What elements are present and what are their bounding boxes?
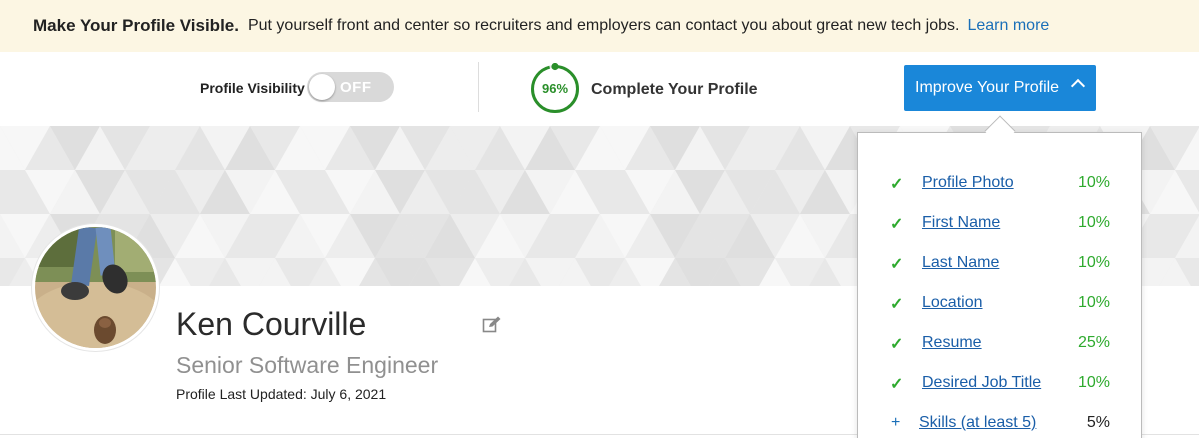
improve-profile-dropdown: ✓ Profile Photo 10% ✓ First Name 10% ✓ Last Nam… — [857, 132, 1142, 438]
improve-profile-item-percent: 5% — [1086, 414, 1110, 431]
improve-profile-button[interactable]: Improve Your Profile — [904, 65, 1096, 111]
completion-percent: 96% — [541, 81, 569, 96]
toggle-state-label: OFF — [340, 79, 372, 96]
profile-status-bar: Profile Visibility OFF 96% Complete Your… — [0, 52, 1199, 126]
checkmark-icon: ✓ — [890, 296, 904, 313]
improve-profile-item-link[interactable]: Last Name — [922, 254, 999, 272]
visibility-banner: Make Your Profile Visible. Put yourself … — [0, 0, 1199, 52]
improve-profile-item: ✓ Last Name 10% — [858, 251, 1143, 291]
chevron-up-icon — [1070, 78, 1086, 94]
plus-icon: + — [891, 414, 901, 431]
checkmark-icon: ✓ — [890, 256, 904, 273]
improve-profile-item: ✓ Profile Photo 10% — [858, 171, 1143, 211]
improve-profile-item: + Skills (at least 5) 5% — [858, 411, 1143, 438]
improve-profile-item-link[interactable]: Skills (at least 5) — [919, 414, 1036, 432]
improve-profile-item-link[interactable]: Profile Photo — [922, 174, 1014, 192]
improve-profile-item-link[interactable]: Desired Job Title — [922, 374, 1041, 392]
banner-headline: Make Your Profile Visible. — [33, 16, 239, 35]
improve-profile-item: ✓ Location 10% — [858, 291, 1143, 331]
improve-profile-item-percent: 10% — [1077, 294, 1110, 311]
toggle-knob — [309, 74, 335, 100]
banner-message: Put yourself front and center so recruit… — [247, 17, 960, 34]
edit-icon[interactable] — [482, 316, 502, 334]
checkmark-icon: ✓ — [890, 216, 904, 233]
avatar[interactable] — [32, 224, 159, 351]
complete-profile-label: Complete Your Profile — [591, 81, 758, 98]
improve-profile-item-percent: 10% — [1077, 174, 1110, 191]
profile-visibility-label: Profile Visibility — [200, 80, 305, 96]
progress-ring-icon: 96% — [529, 63, 581, 115]
checkmark-icon: ✓ — [890, 176, 904, 193]
improve-profile-item: ✓ Resume 25% — [858, 331, 1143, 371]
learn-more-link[interactable]: Learn more — [967, 17, 1049, 35]
improve-profile-list: ✓ Profile Photo 10% ✓ First Name 10% ✓ Last Nam… — [858, 171, 1143, 438]
improve-profile-item-link[interactable]: Location — [922, 294, 983, 312]
improve-profile-item: ✓ First Name 10% — [858, 211, 1143, 251]
checkmark-icon: ✓ — [890, 376, 904, 393]
improve-profile-item-percent: 10% — [1077, 374, 1110, 391]
improve-profile-item-percent: 25% — [1077, 334, 1110, 351]
improve-profile-item: ✓ Desired Job Title 10% — [858, 371, 1143, 411]
divider — [478, 62, 479, 112]
improve-profile-item-link[interactable]: First Name — [922, 214, 1000, 232]
checkmark-icon: ✓ — [890, 336, 904, 353]
improve-profile-label: Improve Your Profile — [915, 79, 1060, 96]
improve-profile-item-link[interactable]: Resume — [922, 334, 982, 352]
profile-name: Ken Courville — [176, 306, 367, 342]
improve-profile-item-percent: 10% — [1077, 214, 1110, 231]
profile-job-title: Senior Software Engineer — [176, 352, 439, 378]
avatar-photo — [35, 227, 156, 348]
profile-visibility-toggle[interactable]: OFF — [307, 72, 394, 102]
improve-profile-item-percent: 10% — [1077, 254, 1110, 271]
profile-last-updated: Profile Last Updated: July 6, 2021 — [176, 386, 387, 402]
